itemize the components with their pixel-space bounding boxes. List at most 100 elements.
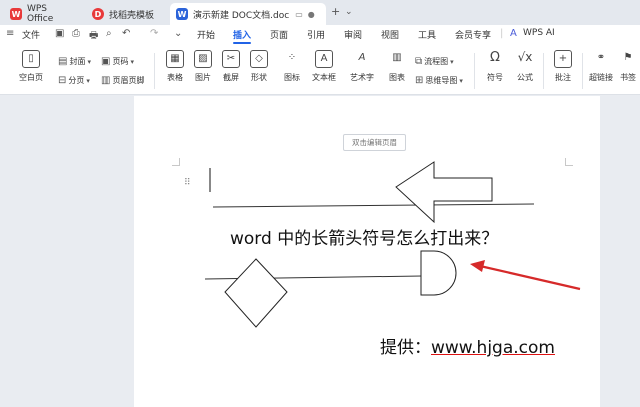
screenshot-label: 截屏: [223, 73, 239, 82]
formula-label: 公式: [517, 73, 533, 82]
picture-icon: ▨: [194, 50, 212, 68]
tab-docer-template[interactable]: D 找稻壳模板: [86, 3, 166, 25]
hyperlink-button[interactable]: ⚭ 超链接: [584, 50, 618, 83]
undo-icon[interactable]: ↶: [122, 28, 130, 39]
tab-window-icon[interactable]: ▭: [295, 10, 303, 19]
ribbon-insert: ▯ 空白页 ▤ 封面 ▾ ⊟ 分页 ▾ ▣ 页码 ▾ ▥ 页眉页脚 ▦ 表格 ▨ 图片 ✂ 截…: [0, 45, 640, 95]
chart-label: 图表: [389, 73, 405, 82]
blank-page-icon: ▯: [22, 50, 40, 68]
menu-review[interactable]: 审阅: [344, 28, 362, 41]
source-label: 提供：: [380, 338, 431, 358]
screenshot-icon: ✂: [222, 50, 240, 68]
more-icon[interactable]: ⌄: [174, 28, 182, 39]
menu-icon[interactable]: ≡: [6, 28, 14, 39]
divider: |: [500, 28, 504, 39]
flowchart-label: 流程图: [424, 57, 449, 66]
menu-home[interactable]: 开始: [197, 28, 215, 41]
section-break-button[interactable]: ⊟ 分页 ▾: [58, 75, 92, 86]
textbox-icon: A: [315, 50, 333, 68]
menu-member[interactable]: 会员专享: [455, 28, 491, 41]
cover-label: 封面: [69, 57, 86, 66]
tab-label: 找稻壳模板: [109, 10, 155, 21]
wordart-icon: A: [358, 52, 366, 63]
wordart-label: 艺术字: [350, 73, 374, 82]
header-footer-icon: ▥: [101, 75, 111, 86]
menu-tools[interactable]: 工具: [418, 28, 436, 41]
long-line-shape[interactable]: [212, 203, 535, 208]
blank-page-button[interactable]: ▯ 空白页: [14, 50, 48, 83]
header-footer-label: 页眉页脚: [112, 76, 145, 85]
left-arrow-shape[interactable]: [395, 161, 493, 224]
mindmap-icon: ⊞: [415, 75, 424, 86]
cover-button[interactable]: ▤ 封面 ▾: [58, 56, 93, 67]
formula-button[interactable]: √x 公式: [508, 50, 542, 83]
comment-label: 批注: [555, 73, 571, 82]
table-icon: ▦: [166, 50, 184, 68]
unsaved-dot-icon[interactable]: ●: [308, 10, 315, 19]
symbol-button[interactable]: Ω 符号: [478, 50, 512, 83]
tab-wps-office[interactable]: W WPS Office: [4, 3, 82, 25]
red-annotation-arrow: [479, 264, 581, 291]
menu-wps-ai[interactable]: WPS AI: [523, 28, 555, 38]
active-tab-indicator: [233, 42, 251, 44]
chart-icon: ▥: [392, 52, 402, 63]
comment-button[interactable]: + 批注: [546, 50, 580, 83]
red-arrow-head: [470, 260, 485, 272]
word-doc-icon: W: [176, 8, 188, 20]
menu-references[interactable]: 引用: [307, 28, 325, 41]
textbox-label: 文本框: [312, 73, 336, 82]
hyperlink-label: 超链接: [589, 73, 613, 82]
wordart-button[interactable]: A 艺术字: [345, 50, 379, 83]
cover-icon: ▤: [58, 56, 68, 67]
bookmark-label: 书签: [620, 73, 636, 82]
link-icon: ⚭: [596, 52, 606, 63]
tab-current-document[interactable]: W 演示新建 DOC文档.doc ▭ ●: [170, 3, 326, 25]
shape-label: 形状: [251, 73, 267, 82]
docer-icon: D: [92, 8, 104, 20]
flowchart-icon: ⧉: [415, 56, 423, 67]
print-icon[interactable]: 🖶: [89, 28, 98, 45]
page-number-button[interactable]: ▣ 页码 ▾: [101, 56, 136, 67]
menu-page[interactable]: 页面: [270, 28, 288, 41]
shape-icon: ◇: [250, 50, 268, 68]
icon-library-icon: ⁘: [287, 52, 297, 63]
wps-ai-icon[interactable]: A: [510, 28, 517, 39]
save-icon[interactable]: ▣: [55, 28, 64, 39]
flowchart-button[interactable]: ⧉ 流程图 ▾: [415, 56, 456, 67]
mindmap-button[interactable]: ⊞ 思维导图 ▾: [415, 75, 465, 86]
ribbon-divider: [543, 53, 544, 89]
tab-label: 演示新建 DOC文档.doc: [193, 10, 290, 21]
menu-bar: ≡ 文件 ▣ ⎙ 🖶 ⌕ ↶ ↷ ⌄ 开始 插入 页面 引用 审阅 视图 工具 …: [0, 25, 640, 45]
tab-label: WPS Office: [26, 4, 54, 24]
diamond-shape[interactable]: [224, 258, 288, 328]
delay-shape[interactable]: [420, 250, 457, 296]
icon-label: 图标: [284, 73, 300, 82]
comment-icon: +: [554, 50, 572, 68]
bookmark-button[interactable]: ⚑ 书签: [616, 50, 640, 83]
document-workspace: 双击编辑页眉 ⠿ word 中的长箭头符号怎么打出来？ 提供：www.hjga.…: [0, 96, 640, 407]
table-label: 表格: [167, 73, 183, 82]
header-footer-button[interactable]: ▥ 页眉页脚: [101, 75, 144, 86]
section-break-icon: ⊟: [58, 75, 67, 86]
menu-insert[interactable]: 插入: [233, 28, 251, 41]
source-line[interactable]: 提供：www.hjga.com: [380, 333, 555, 358]
textbox-button[interactable]: A 文本框: [307, 50, 341, 83]
source-url[interactable]: www.hjga.com: [431, 338, 555, 358]
chart-button[interactable]: ▥ 图表: [380, 50, 414, 83]
drawing-canvas: [204, 161, 581, 328]
export-icon[interactable]: ⎙: [72, 28, 80, 39]
new-tab-icon[interactable]: +: [331, 5, 340, 18]
formula-icon: √x: [517, 50, 533, 64]
page-number-icon: ▣: [101, 56, 111, 67]
shape-button[interactable]: ◇ 形状: [242, 50, 276, 83]
icon-button[interactable]: ⁘ 图标: [275, 50, 309, 83]
chevron-down-icon[interactable]: ⌄: [345, 7, 353, 17]
preview-icon[interactable]: ⌕: [106, 28, 112, 39]
section-label: 分页: [68, 76, 85, 85]
document-page[interactable]: 双击编辑页眉 ⠿ word 中的长箭头符号怎么打出来？ 提供：www.hjga.…: [134, 96, 600, 407]
redo-icon[interactable]: ↷: [150, 28, 158, 39]
document-heading[interactable]: word 中的长箭头符号怎么打出来？: [230, 224, 550, 249]
menu-file[interactable]: 文件: [22, 28, 40, 41]
menu-view[interactable]: 视图: [381, 28, 399, 41]
blank-page-label: 空白页: [19, 73, 43, 82]
